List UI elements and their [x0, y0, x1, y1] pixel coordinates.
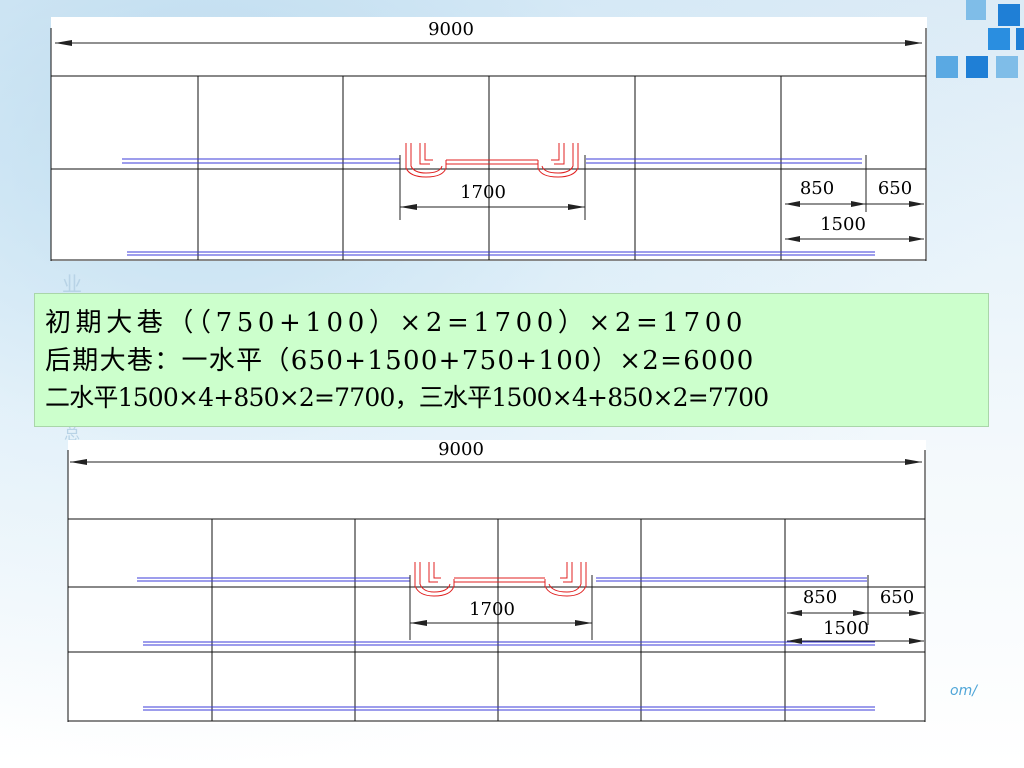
bottom-center-span-label: 1700 [469, 599, 515, 620]
later-roadway-level1-text: 后期大巷：一水平（650+1500+750+100）×2=6000 [45, 346, 755, 376]
calculation-text-panel: 初期大巷（（750+100）×2=1700）×2=1700 后期大巷：一水平（6… [34, 293, 989, 427]
bottom-right-dim-850: 850 [803, 587, 837, 608]
initial-roadway-width-text: 初期大巷（（750+100）×2=1700）×2=1700 [45, 308, 747, 338]
bottom-right-dim-1500: 1500 [823, 618, 869, 639]
later-roadway-level2-3-text: 二水平1500×4+850×2=7700，三水平1500×4+850×2=770… [45, 383, 769, 412]
bottom-total-width-label: 9000 [438, 439, 484, 460]
bottom-right-dim-650: 650 [880, 587, 914, 608]
watermark-url: om/ [950, 683, 977, 699]
